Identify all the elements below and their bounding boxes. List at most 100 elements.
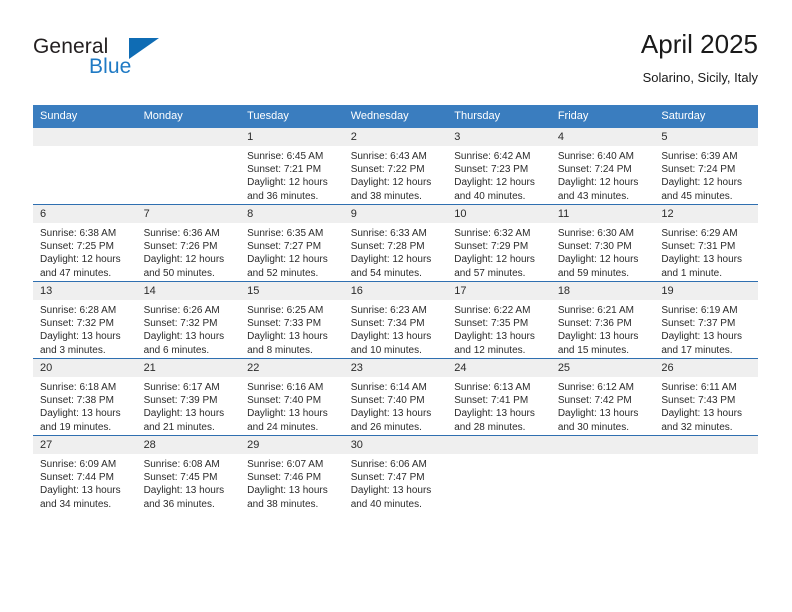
calendar-day-cell[interactable]: 16 Sunrise: 6:23 AM Sunset: 7:34 PM Dayligh… — [343, 281, 448, 359]
day-number: 29 — [240, 436, 344, 454]
sunrise-text: Sunrise: 6:45 AM — [247, 151, 324, 162]
location-subtitle: Solarino, Sicily, Italy — [642, 70, 758, 85]
day-details: Sunrise: 6:32 AM Sunset: 7:29 PM Daylight:… — [447, 223, 551, 280]
day-details: Sunrise: 6:18 AM Sunset: 7:38 PM Daylight:… — [33, 377, 137, 434]
calendar-day-cell[interactable]: 4 Sunrise: 6:40 AM Sunset: 7:24 PM Daylight… — [550, 128, 655, 205]
day-details: Sunrise: 6:39 AM Sunset: 7:24 PM Daylight:… — [654, 146, 758, 203]
day-details: Sunrise: 6:38 AM Sunset: 7:25 PM Daylight:… — [33, 223, 137, 280]
calendar-day-cell[interactable]: 17 Sunrise: 6:22 AM Sunset: 7:35 PM Dayligh… — [447, 281, 551, 359]
calendar-day-cell[interactable]: 2 Sunrise: 6:43 AM Sunset: 7:22 PM Daylight… — [343, 128, 448, 205]
calendar-day-cell[interactable]: 27 Sunrise: 6:09 AM Sunset: 7:44 PM Dayligh… — [33, 435, 137, 512]
day-number: 14 — [136, 282, 241, 300]
sunset-text: Sunset: 7:24 PM — [661, 164, 736, 176]
calendar-day-cell[interactable]: 28 Sunrise: 6:08 AM Sunset: 7:45 PM Dayligh… — [136, 435, 241, 512]
calendar-week-row: 6 Sunrise: 6:38 AM Sunset: 7:25 PM Daylight… — [33, 204, 758, 282]
sunrise-text: Sunrise: 6:23 AM — [350, 305, 427, 316]
calendar-day-cell[interactable]: 13 Sunrise: 6:28 AM Sunset: 7:32 PM Dayligh… — [33, 281, 137, 359]
calendar-day-cell[interactable]: 9 Sunrise: 6:33 AM Sunset: 7:28 PM Daylight… — [343, 204, 448, 282]
day-number: 19 — [654, 282, 758, 300]
sunset-text: Sunset: 7:35 PM — [454, 318, 529, 330]
sunset-text: Sunset: 7:42 PM — [557, 395, 632, 407]
calendar-day-cell[interactable]: 3 Sunrise: 6:42 AM Sunset: 7:23 PM Daylight… — [447, 128, 551, 205]
sunset-text: Sunset: 7:22 PM — [350, 164, 425, 176]
calendar-day-cell[interactable]: 10 Sunrise: 6:32 AM Sunset: 7:29 PM Dayligh… — [447, 204, 551, 282]
calendar-day-cell[interactable]: 8 Sunrise: 6:35 AM Sunset: 7:27 PM Daylight… — [240, 204, 344, 282]
daylight-text: Daylight: 13 hours and 34 minutes. — [40, 485, 121, 510]
day-number: 10 — [447, 205, 551, 223]
day-details: Sunrise: 6:30 AM Sunset: 7:30 PM Daylight:… — [551, 223, 655, 280]
sunrise-text: Sunrise: 6:42 AM — [454, 151, 531, 162]
sunrise-text: Sunrise: 6:16 AM — [247, 382, 324, 393]
sunrise-text: Sunrise: 6:40 AM — [557, 151, 634, 162]
day-details: Sunrise: 6:40 AM Sunset: 7:24 PM Daylight:… — [551, 146, 655, 203]
calendar-day-cell[interactable]: 22 Sunrise: 6:16 AM Sunset: 7:40 PM Dayligh… — [240, 358, 344, 436]
sunset-text: Sunset: 7:46 PM — [247, 472, 322, 484]
sunset-text: Sunset: 7:25 PM — [40, 241, 114, 253]
daylight-text: Daylight: 13 hours and 30 minutes. — [557, 408, 639, 433]
daylight-text: Daylight: 12 hours and 36 minutes. — [247, 177, 328, 202]
calendar-day-cell[interactable]: 29 Sunrise: 6:07 AM Sunset: 7:46 PM Dayligh… — [240, 435, 344, 512]
day-details: Sunrise: 6:16 AM Sunset: 7:40 PM Daylight:… — [240, 377, 344, 434]
calendar-week-row: 13 Sunrise: 6:28 AM Sunset: 7:32 PM Dayligh… — [33, 281, 758, 359]
sunset-text: Sunset: 7:24 PM — [557, 164, 632, 176]
calendar-day-cell[interactable]: 14 Sunrise: 6:26 AM Sunset: 7:32 PM Dayligh… — [136, 281, 241, 359]
calendar-day-cell[interactable]: 6 Sunrise: 6:38 AM Sunset: 7:25 PM Daylight… — [33, 204, 137, 282]
calendar-empty-cell — [447, 435, 551, 512]
sunset-text: Sunset: 7:26 PM — [143, 241, 218, 253]
calendar-day-cell[interactable]: 1 Sunrise: 6:45 AM Sunset: 7:21 PM Daylight… — [240, 128, 344, 205]
calendar-header-row: Sunday Monday Tuesday Wednesday Thursday… — [33, 105, 758, 128]
sunrise-text: Sunrise: 6:38 AM — [40, 228, 117, 239]
calendar-day-cell[interactable]: 18 Sunrise: 6:21 AM Sunset: 7:36 PM Dayligh… — [550, 281, 655, 359]
sunset-text: Sunset: 7:32 PM — [143, 318, 218, 330]
sunrise-text: Sunrise: 6:29 AM — [661, 228, 738, 239]
calendar-day-cell[interactable]: 23 Sunrise: 6:14 AM Sunset: 7:40 PM Dayligh… — [343, 358, 448, 436]
daylight-text: Daylight: 13 hours and 24 minutes. — [247, 408, 328, 433]
day-number: 11 — [550, 205, 655, 223]
daylight-text: Daylight: 13 hours and 38 minutes. — [247, 485, 328, 510]
day-details: Sunrise: 6:19 AM Sunset: 7:37 PM Daylight:… — [654, 300, 758, 357]
calendar-day-cell[interactable]: 26 Sunrise: 6:11 AM Sunset: 7:43 PM Dayligh… — [654, 358, 758, 436]
day-number: 24 — [447, 359, 551, 377]
day-details: Sunrise: 6:25 AM Sunset: 7:33 PM Daylight:… — [240, 300, 344, 357]
sunset-text: Sunset: 7:47 PM — [350, 472, 425, 484]
calendar-day-cell[interactable]: 15 Sunrise: 6:25 AM Sunset: 7:33 PM Dayligh… — [240, 281, 344, 359]
calendar-week-row: 1 Sunrise: 6:45 AM Sunset: 7:21 PM Daylight… — [33, 128, 758, 205]
calendar-day-cell[interactable]: 21 Sunrise: 6:17 AM Sunset: 7:39 PM Dayligh… — [136, 358, 241, 436]
day-details: Sunrise: 6:17 AM Sunset: 7:39 PM Daylight:… — [137, 377, 241, 434]
calendar-day-cell[interactable]: 19 Sunrise: 6:19 AM Sunset: 7:37 PM Dayligh… — [654, 281, 758, 359]
day-details: Sunrise: 6:09 AM Sunset: 7:44 PM Daylight:… — [33, 454, 137, 511]
day-details: Sunrise: 6:14 AM Sunset: 7:40 PM Daylight:… — [344, 377, 448, 434]
daylight-text: Daylight: 12 hours and 59 minutes. — [557, 254, 639, 279]
day-number: 30 — [343, 436, 448, 454]
brand-logo[interactable]: General Blue — [33, 36, 233, 90]
day-details: Sunrise: 6:28 AM Sunset: 7:32 PM Daylight:… — [33, 300, 137, 357]
sunrise-text: Sunrise: 6:18 AM — [40, 382, 117, 393]
calendar-empty-cell — [654, 435, 758, 512]
day-number: 13 — [33, 282, 137, 300]
calendar-day-cell[interactable]: 20 Sunrise: 6:18 AM Sunset: 7:38 PM Dayligh… — [33, 358, 137, 436]
calendar-day-cell[interactable]: 11 Sunrise: 6:30 AM Sunset: 7:30 PM Dayligh… — [550, 204, 655, 282]
day-number: 18 — [550, 282, 655, 300]
day-details: Sunrise: 6:29 AM Sunset: 7:31 PM Daylight:… — [654, 223, 758, 280]
day-number: 22 — [240, 359, 344, 377]
day-details: Sunrise: 6:11 AM Sunset: 7:43 PM Daylight:… — [654, 377, 758, 434]
calendar-day-cell[interactable]: 30 Sunrise: 6:06 AM Sunset: 7:47 PM Dayligh… — [343, 435, 448, 512]
calendar-day-cell[interactable]: 24 Sunrise: 6:13 AM Sunset: 7:41 PM Dayligh… — [447, 358, 551, 436]
sunset-text: Sunset: 7:34 PM — [350, 318, 425, 330]
day-number — [654, 436, 758, 454]
page-header: General Blue April 2025 Solarino, Sicily… — [33, 28, 758, 96]
day-number: 9 — [343, 205, 448, 223]
day-number: 6 — [33, 205, 137, 223]
calendar-day-cell[interactable]: 12 Sunrise: 6:29 AM Sunset: 7:31 PM Dayligh… — [654, 204, 758, 282]
sunset-text: Sunset: 7:40 PM — [350, 395, 425, 407]
calendar-day-cell[interactable]: 5 Sunrise: 6:39 AM Sunset: 7:24 PM Daylight… — [654, 128, 758, 205]
sunset-text: Sunset: 7:29 PM — [454, 241, 529, 253]
calendar-page: General Blue April 2025 Solarino, Sicily… — [0, 0, 792, 612]
calendar-day-cell[interactable]: 7 Sunrise: 6:36 AM Sunset: 7:26 PM Daylight… — [136, 204, 241, 282]
sunrise-text: Sunrise: 6:19 AM — [661, 305, 738, 316]
calendar-day-cell[interactable]: 25 Sunrise: 6:12 AM Sunset: 7:42 PM Dayligh… — [550, 358, 655, 436]
day-details — [447, 454, 551, 458]
sunrise-text: Sunrise: 6:39 AM — [661, 151, 738, 162]
day-details: Sunrise: 6:45 AM Sunset: 7:21 PM Daylight:… — [240, 146, 344, 203]
day-number — [550, 436, 655, 454]
